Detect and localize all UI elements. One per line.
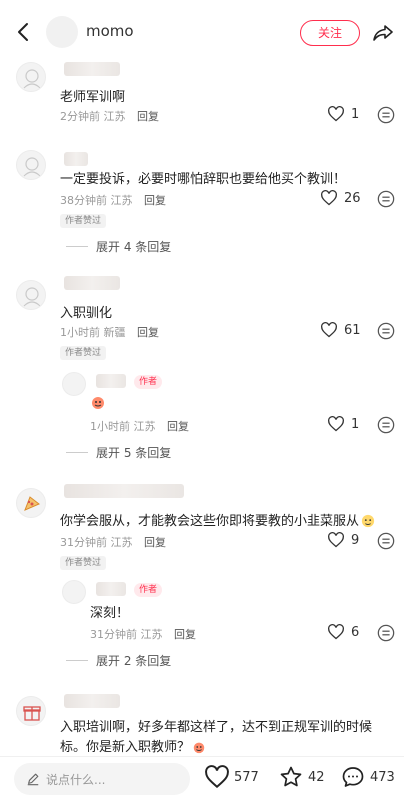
like-button[interactable]: 26 <box>320 190 361 206</box>
default-avatar-icon <box>23 287 41 307</box>
author-liked-badge: 作者赞过 <box>60 346 107 360</box>
gift-avatar-icon <box>23 706 41 721</box>
comment-text: 老师军训啊 <box>60 90 126 105</box>
emoji-icon <box>361 514 375 528</box>
avatar[interactable] <box>16 150 46 180</box>
author-tag: 作者 <box>134 375 163 389</box>
more-icon[interactable] <box>377 322 395 340</box>
reply-button[interactable]: 回复 <box>144 194 166 207</box>
comment-meta: 31分钟前 江苏 回复 <box>60 536 166 549</box>
pizza-avatar-icon <box>24 496 40 511</box>
avatar[interactable] <box>16 488 46 518</box>
commenter-name[interactable] <box>64 276 120 290</box>
bottom-action-bar: 说点什么... 577 42 473 <box>0 756 404 800</box>
comment-text-line1: 入职培训啊，好多年都这样了，达不到正规军训的时候 <box>60 720 373 735</box>
reply-meta: 1小时前 江苏 回复 <box>90 420 189 433</box>
comment-post-button[interactable]: 473 <box>340 765 395 789</box>
like-button[interactable]: 6 <box>327 624 359 640</box>
comment-text: 一定要投诉，必要时哪怕辞职也要给他买个教训！ <box>60 172 347 187</box>
heart-icon <box>328 624 344 640</box>
more-icon[interactable] <box>377 624 395 642</box>
star-icon <box>280 766 302 787</box>
reply-avatar[interactable] <box>62 372 86 396</box>
heart-icon <box>328 532 344 548</box>
avatar[interactable] <box>16 280 46 310</box>
more-icon[interactable] <box>377 532 395 550</box>
back-arrow-icon[interactable] <box>12 20 36 44</box>
author-liked-badge: 作者赞过 <box>60 556 107 570</box>
reply-button[interactable]: 回复 <box>137 110 159 123</box>
reply-button[interactable]: 回复 <box>144 536 166 549</box>
commenter-name[interactable] <box>64 694 120 708</box>
comment-text: 入职驯化 <box>60 306 113 321</box>
reply-name[interactable] <box>96 374 126 388</box>
comment-list: 老师军训啊 2分钟前 江苏 回复 1 一定要投诉，必要时哪怕辞职也要给他买个教训… <box>0 56 404 756</box>
author-liked-badge: 作者赞过 <box>60 214 107 228</box>
emoji-icon <box>193 742 205 754</box>
comment-text: 你学会服从，才能教会这些你即将要教的小韭菜服从 <box>60 510 375 529</box>
heart-icon <box>328 416 344 432</box>
heart-icon <box>321 322 337 338</box>
reply-button[interactable]: 回复 <box>174 628 196 641</box>
commenter-name[interactable] <box>64 152 88 166</box>
share-icon[interactable] <box>371 21 395 45</box>
expand-replies[interactable]: 展开 4 条回复 <box>66 238 171 255</box>
follow-button[interactable]: 关注 <box>300 20 360 46</box>
top-bar: momo 关注 <box>0 0 404 64</box>
commenter-name[interactable] <box>64 484 184 498</box>
comment-text-line2: 标。你是新入职教师？ <box>60 736 206 755</box>
reply-avatar[interactable] <box>62 580 86 604</box>
more-icon[interactable] <box>377 416 395 434</box>
more-icon[interactable] <box>377 106 395 124</box>
author-tag: 作者 <box>134 583 163 597</box>
like-post-button[interactable]: 577 <box>204 765 259 789</box>
default-avatar-icon <box>23 157 41 177</box>
reply-meta: 31分钟前 江苏 回复 <box>90 628 196 641</box>
divider <box>66 452 88 453</box>
comment-meta: 2分钟前 江苏 回复 <box>60 110 159 123</box>
heart-icon <box>328 106 344 122</box>
reply-button[interactable]: 回复 <box>167 420 189 433</box>
comment-bubble-icon <box>342 767 364 787</box>
default-avatar-icon <box>23 69 41 89</box>
heart-icon <box>205 765 229 789</box>
like-button[interactable]: 1 <box>327 416 359 432</box>
reply-name[interactable] <box>96 582 126 596</box>
emoji-icon <box>92 397 104 409</box>
author-name[interactable]: momo <box>86 22 134 40</box>
pencil-icon <box>27 773 39 786</box>
reply-text: 深刻！ <box>90 606 130 621</box>
author-avatar[interactable] <box>46 16 78 48</box>
divider <box>66 660 88 661</box>
heart-icon <box>321 190 337 206</box>
like-button[interactable]: 9 <box>327 532 359 548</box>
commenter-name[interactable] <box>64 62 120 76</box>
avatar[interactable] <box>16 696 46 726</box>
avatar[interactable] <box>16 62 46 92</box>
like-button[interactable]: 61 <box>320 322 361 338</box>
reply-button[interactable]: 回复 <box>137 326 159 339</box>
comment-placeholder: 说点什么... <box>46 772 106 787</box>
expand-replies[interactable]: 展开 2 条回复 <box>66 652 171 669</box>
comment-meta: 38分钟前 江苏 回复 <box>60 194 166 207</box>
more-icon[interactable] <box>377 190 395 208</box>
comment-input[interactable]: 说点什么... <box>14 763 190 795</box>
expand-replies[interactable]: 展开 5 条回复 <box>66 444 171 461</box>
like-button[interactable]: 1 <box>327 106 359 122</box>
divider <box>66 246 88 247</box>
star-post-button[interactable]: 42 <box>278 765 325 789</box>
comment-meta: 1小时前 新疆 回复 <box>60 326 159 339</box>
